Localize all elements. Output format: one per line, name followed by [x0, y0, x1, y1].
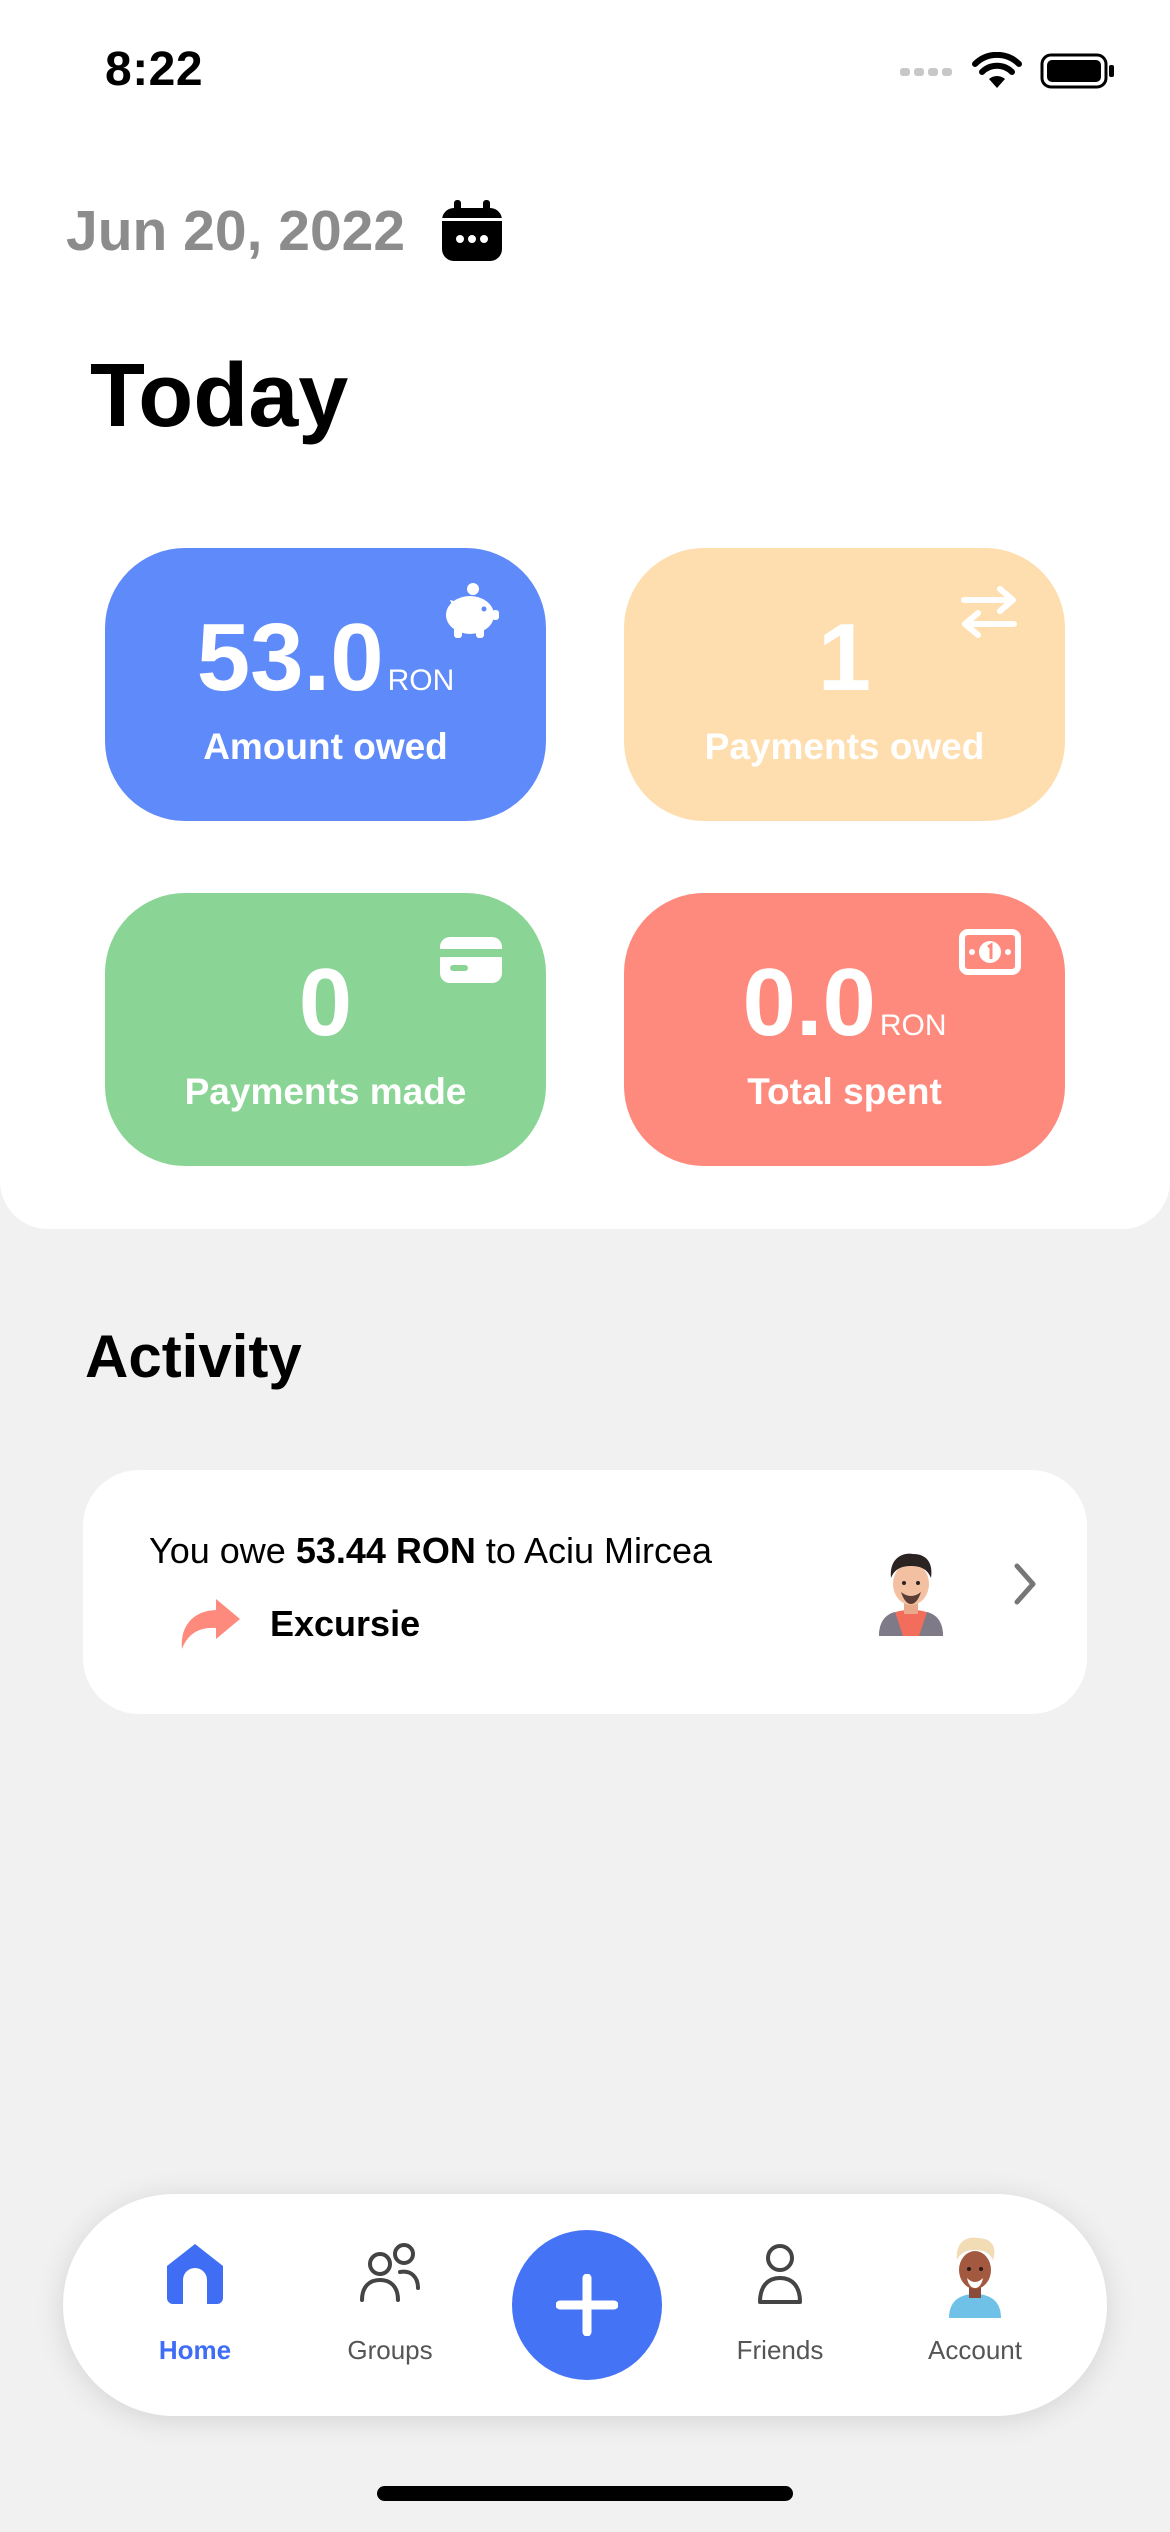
tab-friends-label: Friends: [736, 2335, 824, 2365]
forward-arrow-icon: [181, 1599, 240, 1649]
tab-bar: Home Groups Friends Account: [63, 2194, 1107, 2416]
page-title: Today: [90, 346, 349, 446]
add-button[interactable]: [512, 2230, 662, 2380]
status-time: 8:22: [105, 43, 204, 96]
activity-heading: Activity: [85, 1323, 302, 1390]
date-selector[interactable]: Jun 20, 2022: [66, 198, 503, 264]
activity-description: You owe 53.44 RON to Aciu Mircea: [149, 1530, 713, 1571]
activity-group: Excursie: [178, 1597, 420, 1651]
amount-owed-label: Amount owed: [203, 726, 448, 767]
tab-account-label: Account: [928, 2335, 1022, 2365]
summary-panel: 8:22 Jun 20, 2022 Today 53.0 RON Amount o…: [0, 0, 1170, 1229]
group-name: Excursie: [270, 1603, 421, 1644]
calendar-icon[interactable]: [441, 200, 503, 262]
payments-owed-card[interactable]: 1 Payments owed: [624, 548, 1065, 821]
user-avatar: [879, 1553, 943, 1636]
payments-owed-label: Payments owed: [704, 726, 985, 767]
battery-icon: [1040, 53, 1114, 89]
tab-home-label: Home: [158, 2335, 232, 2365]
tab-home[interactable]: Home: [115, 2194, 275, 2416]
groups-icon: [360, 2243, 420, 2302]
account-avatar: [949, 2237, 1001, 2318]
plus-icon: [556, 2274, 618, 2336]
amount-owed-card[interactable]: 53.0 RON Amount owed: [105, 548, 546, 821]
payments-owed-value: 1: [817, 604, 872, 711]
status-icons: [900, 52, 1116, 90]
amount-owed-value: 53.0 RON: [196, 604, 455, 711]
home-indicator: [377, 2486, 793, 2501]
tab-groups-label: Groups: [347, 2335, 433, 2365]
chevron-right-icon[interactable]: [1013, 1562, 1037, 1606]
payments-made-value: 0: [298, 949, 353, 1056]
person-icon: [758, 2244, 802, 2304]
current-date: Jun 20, 2022: [66, 199, 406, 263]
wifi-icon: [972, 52, 1022, 88]
tab-friends[interactable]: Friends: [700, 2194, 860, 2416]
tab-account[interactable]: Account: [895, 2194, 1055, 2416]
signal-icon: [900, 68, 952, 76]
activity-item[interactable]: You owe 53.44 RON to Aciu Mircea Excursi…: [83, 1470, 1087, 1714]
payments-made-card[interactable]: 0 Payments made: [105, 893, 546, 1166]
payments-made-label: Payments made: [184, 1071, 467, 1112]
home-icon: [167, 2244, 223, 2304]
total-spent-card[interactable]: 0.0 RON Total spent: [624, 893, 1065, 1166]
tab-groups[interactable]: Groups: [310, 2194, 470, 2416]
total-spent-label: Total spent: [747, 1071, 942, 1112]
total-spent-value: 0.0 RON: [742, 949, 947, 1056]
